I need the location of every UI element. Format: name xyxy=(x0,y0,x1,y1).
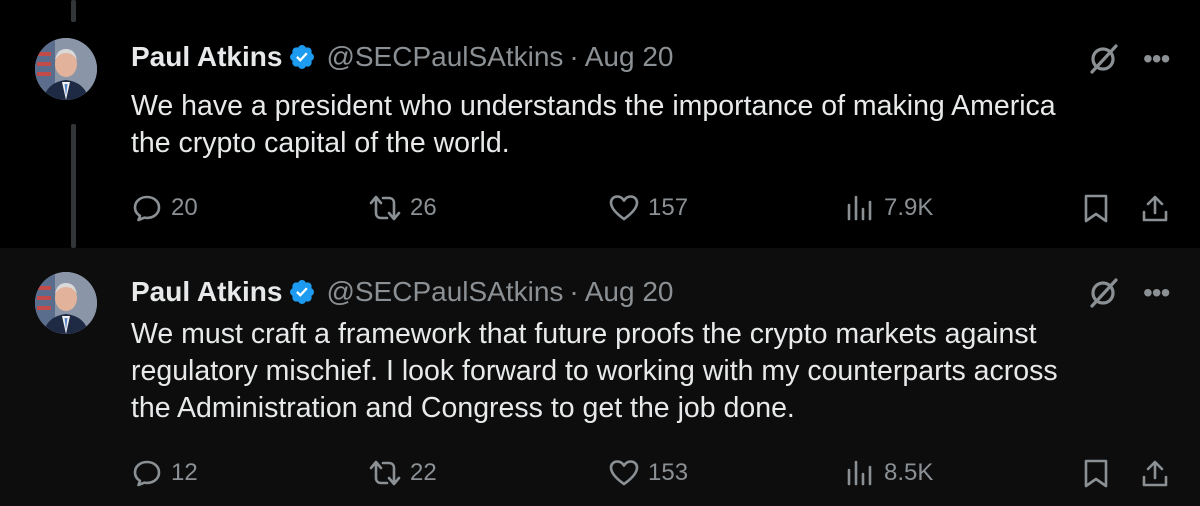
separator-dot: · xyxy=(569,41,579,72)
repost-count: 22 xyxy=(410,459,437,486)
bookmark-button[interactable] xyxy=(1081,188,1111,228)
reply-button[interactable]: 20 xyxy=(131,188,198,228)
reply-icon xyxy=(131,192,163,224)
like-count: 157 xyxy=(648,194,689,221)
share-button[interactable] xyxy=(1139,453,1171,493)
views-button[interactable]: 7.9K xyxy=(844,188,933,228)
like-button[interactable]: 153 xyxy=(608,453,688,493)
repost-icon xyxy=(368,457,402,489)
author-handle[interactable]: @SECPaulSAtkins xyxy=(326,41,563,73)
reply-count: 20 xyxy=(171,194,198,221)
tweet[interactable]: Paul Atkins @SECPaulSAtkins · Aug 20 •••… xyxy=(0,248,1200,506)
views-count: 8.5K xyxy=(884,459,934,486)
repost-count: 26 xyxy=(410,194,437,221)
tweet-text: We have a president who understands the … xyxy=(131,88,1161,162)
bookmark-icon xyxy=(1081,457,1111,489)
share-button[interactable] xyxy=(1139,188,1171,228)
tweet-text-line: the Administration and Congress to get t… xyxy=(131,392,795,424)
reply-icon xyxy=(131,457,163,489)
separator-dot: · xyxy=(569,276,579,307)
views-button[interactable]: 8.5K xyxy=(844,453,933,493)
tweet[interactable]: Paul Atkins @SECPaulSAtkins · Aug 20 •••… xyxy=(0,0,1200,248)
tweet-header: Paul Atkins @SECPaulSAtkins · Aug 20 xyxy=(131,37,674,77)
repost-icon xyxy=(368,192,402,224)
more-icon[interactable]: ••• xyxy=(1143,43,1170,75)
reply-count: 12 xyxy=(171,459,198,486)
tweet-top-actions: ••• xyxy=(1087,276,1170,310)
share-icon xyxy=(1139,192,1171,224)
tweet-text-line: We have a president who understands the … xyxy=(131,90,1056,122)
bookmark-icon xyxy=(1081,192,1111,224)
share-icon xyxy=(1139,457,1171,489)
tweet-top-actions: ••• xyxy=(1087,42,1170,76)
bookmark-button[interactable] xyxy=(1081,453,1111,493)
heart-icon xyxy=(608,192,640,224)
tweet-text: We must craft a framework that future pr… xyxy=(131,316,1161,427)
author-name[interactable]: Paul Atkins xyxy=(131,276,282,308)
grok-icon[interactable] xyxy=(1087,42,1121,76)
tweet-text-line: the crypto capital of the world. xyxy=(131,127,510,159)
tweet-text-line: We must craft a framework that future pr… xyxy=(131,318,1037,350)
verified-badge-icon xyxy=(288,278,316,306)
author-name[interactable]: Paul Atkins xyxy=(131,41,282,73)
heart-icon xyxy=(608,457,640,489)
thread-line xyxy=(71,124,76,248)
views-icon xyxy=(844,457,876,489)
grok-icon[interactable] xyxy=(1087,276,1121,310)
tweet-date[interactable]: Aug 20 xyxy=(585,276,674,308)
tweet-actions: 12 22 153 8.5K xyxy=(131,453,1181,493)
views-icon xyxy=(844,192,876,224)
tweet-date[interactable]: Aug 20 xyxy=(585,41,674,73)
tweet-header: Paul Atkins @SECPaulSAtkins · Aug 20 xyxy=(131,272,674,312)
avatar[interactable] xyxy=(35,272,97,334)
author-handle[interactable]: @SECPaulSAtkins xyxy=(326,276,563,308)
repost-button[interactable]: 26 xyxy=(368,188,437,228)
views-count: 7.9K xyxy=(884,194,934,221)
reply-button[interactable]: 12 xyxy=(131,453,198,493)
repost-button[interactable]: 22 xyxy=(368,453,437,493)
thread-line xyxy=(71,0,76,22)
like-count: 153 xyxy=(648,459,689,486)
avatar[interactable] xyxy=(35,38,97,100)
tweet-text-line: regulatory mischief. I look forward to w… xyxy=(131,355,1058,387)
tweet-actions: 20 26 157 7.9K xyxy=(131,188,1181,228)
verified-badge-icon xyxy=(288,43,316,71)
more-icon[interactable]: ••• xyxy=(1143,277,1170,309)
like-button[interactable]: 157 xyxy=(608,188,688,228)
